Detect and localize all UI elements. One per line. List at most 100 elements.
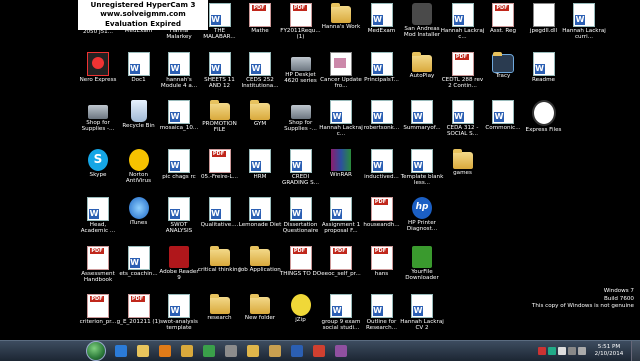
desktop-icon[interactable]: GYM xyxy=(238,99,282,145)
desktop-icon[interactable]: New folder xyxy=(238,293,282,339)
desktop-icon[interactable]: San Andreas Mod Installer xyxy=(400,2,444,48)
desktop-icon[interactable]: Template blank less... xyxy=(400,148,444,194)
desktop-icon[interactable]: Outline for Research... xyxy=(360,293,404,339)
desktop-icon[interactable]: iTunes xyxy=(117,196,161,242)
desktop-icon[interactable]: CREDI GRADING S... xyxy=(279,148,323,194)
desktop-icon[interactable]: hans xyxy=(360,245,404,291)
pdf-icon xyxy=(492,3,514,27)
desktop-icon[interactable]: robertsonk... xyxy=(360,99,404,145)
desktop-icon[interactable]: Skype xyxy=(76,148,120,194)
desktop-icon[interactable]: Hanna's Work xyxy=(319,2,363,48)
tray-icon-1[interactable] xyxy=(538,347,546,355)
taskbar-button[interactable] xyxy=(265,343,285,359)
desktop-icon[interactable]: YourFile Downloader xyxy=(400,245,444,291)
desktop-icon[interactable]: Shop for Supplies -... xyxy=(76,99,120,145)
show-desktop-button[interactable] xyxy=(631,341,640,361)
desktop-icon[interactable]: Norton AntiVirus xyxy=(117,148,161,194)
taskbar-button[interactable] xyxy=(221,343,241,359)
desktop-icon[interactable]: AutoPlay xyxy=(400,51,444,97)
taskbar-button[interactable] xyxy=(331,343,351,359)
winrar-icon xyxy=(331,148,351,171)
desktop-icon[interactable]: Express Files xyxy=(522,99,566,145)
desktop-icon[interactable]: MedExam xyxy=(360,2,404,48)
desktop-icon[interactable]: CEDTL 288 rev 2 Contin... xyxy=(441,51,485,97)
desktop-icon[interactable]: hannah's Module 4 a... xyxy=(157,51,201,97)
tray-icon-3[interactable] xyxy=(558,347,566,355)
desktop-icon[interactable]: Dissertation Questionaire xyxy=(279,196,323,242)
desktop-icon[interactable]: Recycle Bin xyxy=(117,99,161,145)
desktop-icon[interactable]: Readme xyxy=(522,51,566,97)
desktop-icon[interactable]: Qualitative.... xyxy=(198,196,242,242)
desktop-icon[interactable]: Hannah Lackraj c... xyxy=(319,99,363,145)
desktop-icon[interactable]: Cancer Update fro... xyxy=(319,51,363,97)
desktop-icon[interactable]: houseandh... xyxy=(360,196,404,242)
desktop-icon[interactable]: jZip xyxy=(279,293,323,339)
desktop-icon[interactable]: HP Deskjet 4620 series xyxy=(279,51,323,97)
desktop-icon[interactable]: g_E_201211 (1) xyxy=(117,293,161,339)
desktop-icon[interactable]: SWOT ANALYSIS xyxy=(157,196,201,242)
desktop-icon[interactable]: Mathe xyxy=(238,2,282,48)
taskbar-button[interactable] xyxy=(287,343,307,359)
clock[interactable]: 5:51 PM 2/10/2014 xyxy=(591,344,627,358)
desktop-icon[interactable]: WinRAR xyxy=(319,148,363,194)
desktop-icon[interactable]: research xyxy=(198,293,242,339)
desktop-icon[interactable]: Adobe Reader 9 xyxy=(157,245,201,291)
desktop-icon[interactable]: Commonic... xyxy=(481,99,525,145)
desktop-icon[interactable]: pic chags rc xyxy=(157,148,201,194)
desktop-icon[interactable]: swot-analysis template xyxy=(157,293,201,339)
app-icon xyxy=(225,345,237,357)
desktop-icon[interactable]: Hannah Lackraj curri... xyxy=(562,2,606,48)
desktop-icon[interactable]: PROMOTION FILE xyxy=(198,99,242,145)
desktop-icon-label: jpegdll.dll xyxy=(529,28,558,34)
desktop-icon[interactable]: THINGS TO DO xyxy=(279,245,323,291)
desktop-icon[interactable]: Shop for Supplies -... xyxy=(279,99,323,145)
desktop-icon[interactable]: Lemonade Diet xyxy=(238,196,282,242)
start-button[interactable] xyxy=(86,341,106,361)
desktop-icon[interactable]: CEDS 252 Institutiona... xyxy=(238,51,282,97)
taskbar-button[interactable] xyxy=(155,343,175,359)
desktop-icon[interactable]: mosaica_10... xyxy=(157,99,201,145)
desktop-icon[interactable]: ets_coachin... xyxy=(117,245,161,291)
desktop-icon-label: Nero Express xyxy=(79,76,117,83)
desktop-icon[interactable]: 05.-Freire-L... xyxy=(198,148,242,194)
desktop-icon[interactable]: Asst. Reg xyxy=(481,2,525,48)
desktop-icon[interactable]: Hannah Lackraj CV 2 xyxy=(400,293,444,339)
desktop-icon[interactable]: eeoc_self_pr... xyxy=(319,245,363,291)
taskbar-button[interactable] xyxy=(199,343,219,359)
desktop-icon[interactable]: Assessment Handbook xyxy=(76,245,120,291)
desktop-icon[interactable]: critical thinking xyxy=(198,245,242,291)
desktop-icon[interactable]: group 9 exam social studi... xyxy=(319,293,363,339)
desktop-icon[interactable]: Summaryof... xyxy=(400,99,444,145)
watermark-line2: www.solveigmm.com xyxy=(100,9,186,19)
desktop-icon[interactable]: Head, Academic ... xyxy=(76,196,120,242)
desktop-icon[interactable]: CEDA 312 - SOCIAL S... xyxy=(441,99,485,145)
desktop-icon[interactable]: Assignment 1 proposal F... xyxy=(319,196,363,242)
desktop-icon[interactable]: PrincipalsT... xyxy=(360,51,404,97)
desktop-icon[interactable]: inductived... xyxy=(360,148,404,194)
taskbar-button[interactable] xyxy=(177,343,197,359)
desktop-icon[interactable]: criterion_pr... xyxy=(76,293,120,339)
desktop-icon[interactable]: Nero Express xyxy=(76,51,120,97)
taskbar-button[interactable] xyxy=(243,343,263,359)
desktop-icon[interactable]: FY2011Requ... (1) xyxy=(279,2,323,48)
desktop-icon[interactable]: Job Application xyxy=(238,245,282,291)
network-icon[interactable] xyxy=(568,347,576,355)
desktop-icon-label: research xyxy=(207,315,232,321)
tray-icon-2[interactable] xyxy=(548,347,556,355)
volume-icon[interactable] xyxy=(578,347,586,355)
desktop-icon[interactable]: HP Printer Diagnost... xyxy=(400,196,444,242)
desktop-icon[interactable]: Tracy xyxy=(481,51,525,97)
desktop-icon-label: SHEETS 11 AND 12 xyxy=(204,76,235,89)
desktop-icon[interactable]: SHEETS 11 AND 12 xyxy=(198,51,242,97)
desktop-icon[interactable]: Doc1 xyxy=(117,51,161,97)
desktop-icon[interactable]: Hannah Lackraj c... xyxy=(441,2,485,48)
taskbar-button[interactable] xyxy=(111,343,131,359)
desktop-icon[interactable]: games xyxy=(441,148,485,194)
desktop-icon[interactable]: jpegdll.dll xyxy=(522,2,566,48)
taskbar-button[interactable] xyxy=(133,343,153,359)
explorer-icon xyxy=(137,345,149,357)
desktop-icon[interactable]: HRM xyxy=(238,148,282,194)
desktop-icon-label: Hannah Lackraj c... xyxy=(319,125,363,138)
desktop-icon-label: Assessment Handbook xyxy=(81,270,115,283)
taskbar-button[interactable] xyxy=(309,343,329,359)
